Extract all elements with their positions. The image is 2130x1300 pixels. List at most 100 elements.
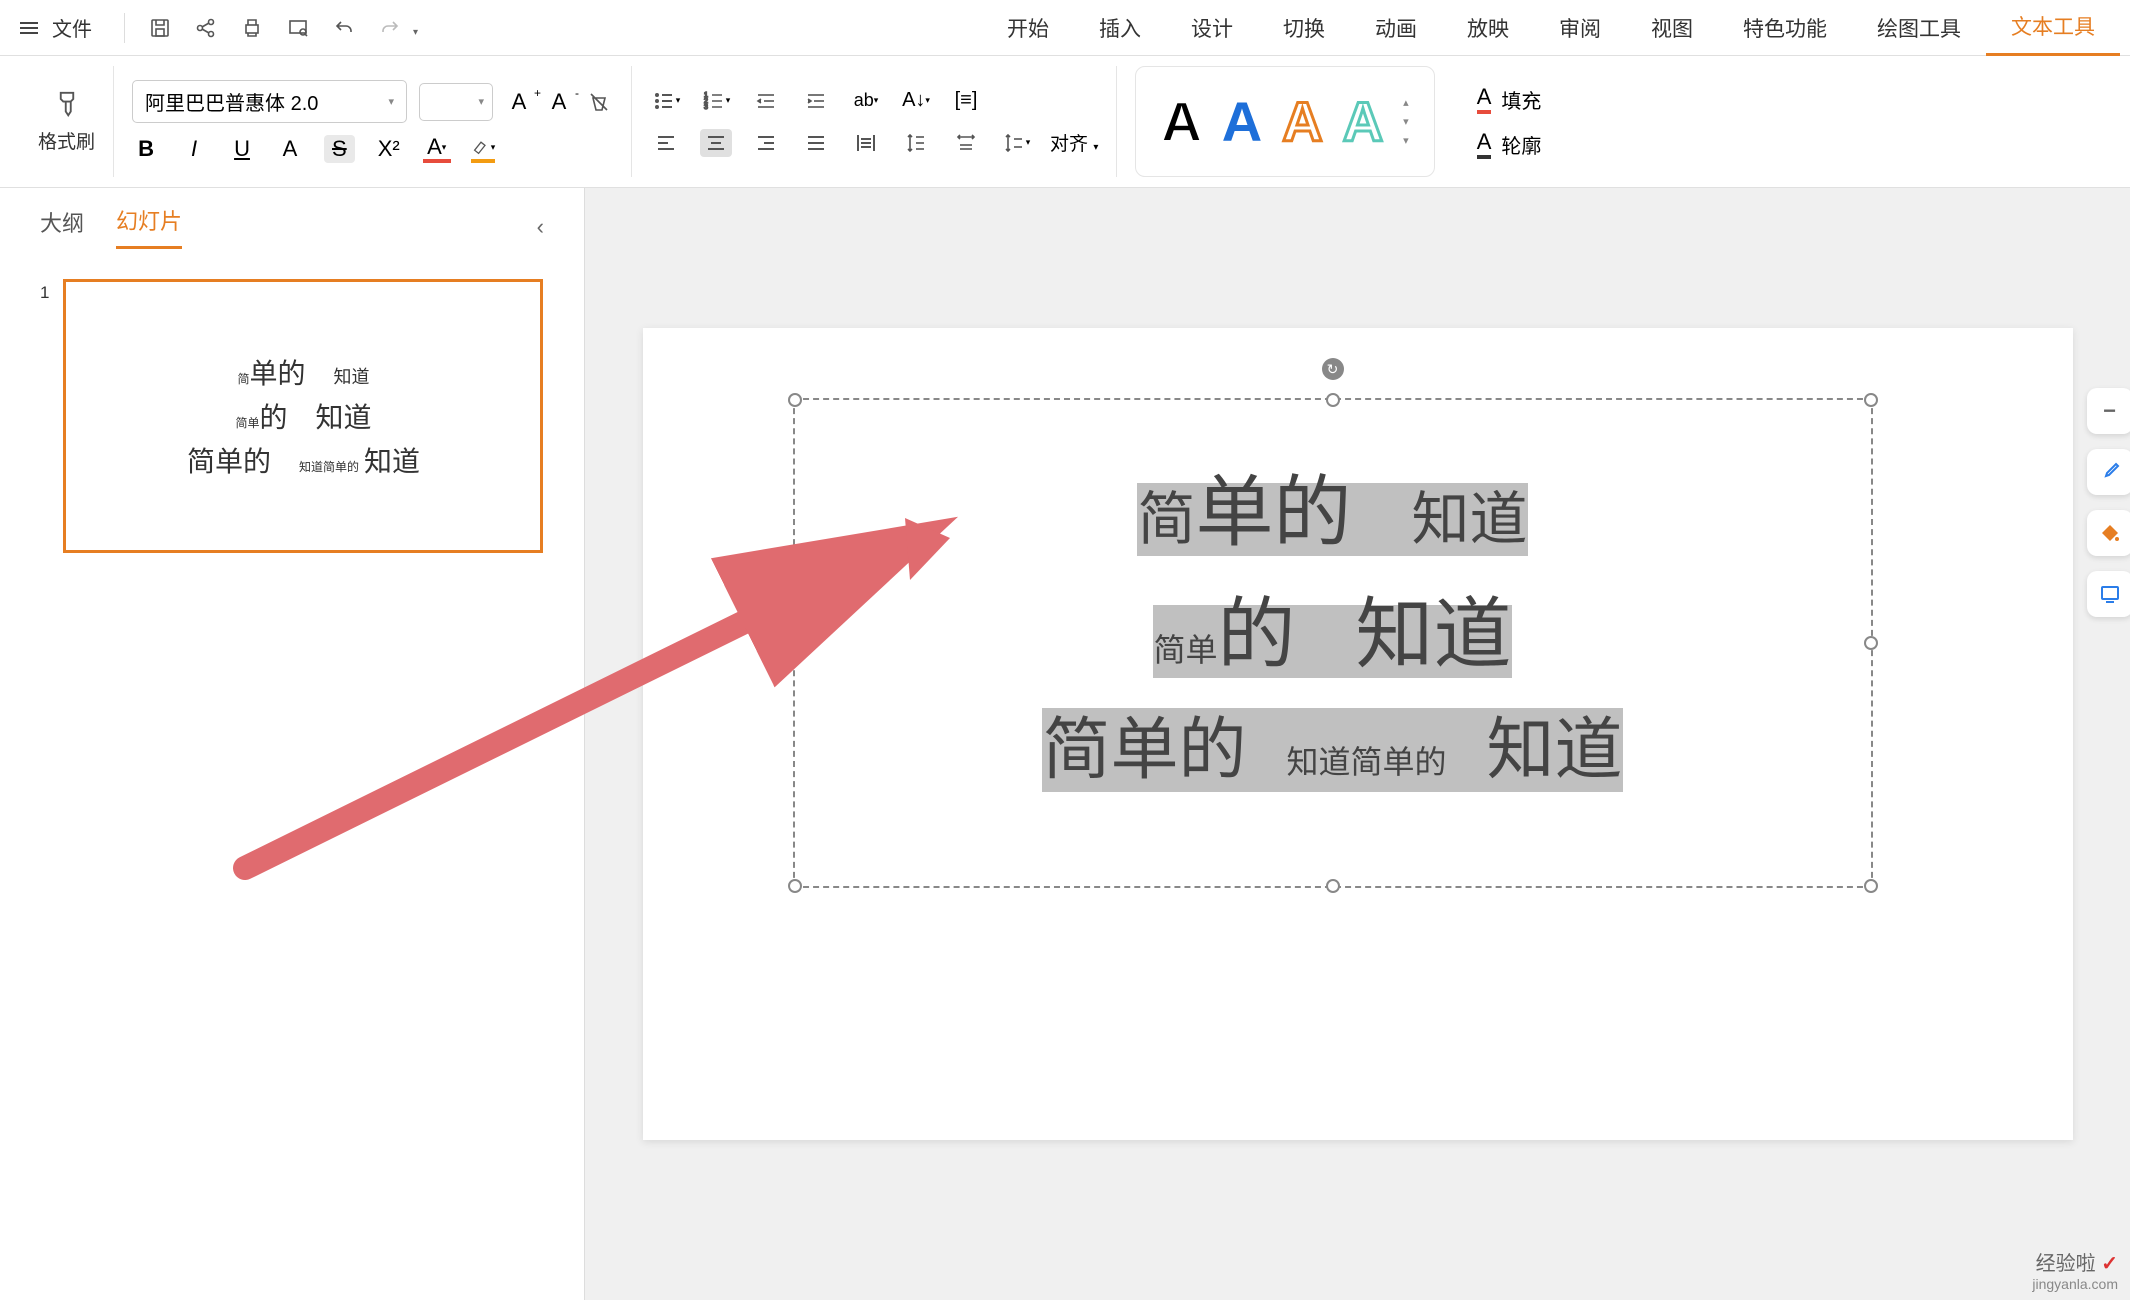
content-area: 大纲 幻灯片 ‹ 1 简单的知道 简单的知道 简单的知道简单的 知道 ↻ [0, 188, 2130, 1300]
align-dropdown[interactable]: 对齐 ▾ [1050, 129, 1098, 156]
preview-icon[interactable] [285, 15, 311, 41]
font-name-dropdown[interactable]: 阿里巴巴普惠体 2.0 ▾ [132, 80, 407, 123]
tab-review[interactable]: 审阅 [1534, 0, 1626, 56]
collapse-panel-icon[interactable]: ‹ [537, 214, 544, 240]
brackets-button[interactable]: [≡] [950, 87, 982, 115]
align-justify-button[interactable] [800, 129, 832, 157]
thumb-line-1: 简单的知道 [237, 352, 369, 392]
text-format-A-button[interactable]: A [276, 135, 304, 163]
format-brush-button[interactable]: 格式刷 [38, 89, 95, 154]
slide-panel: 大纲 幻灯片 ‹ 1 简单的知道 简单的知道 简单的知道简单的 知道 [0, 188, 585, 1300]
textbox-selection[interactable]: ↻ 简单的知道 简单的知道 简单的知道简单的知道 [793, 398, 1873, 888]
tab-drawing-tools[interactable]: 绘图工具 [1852, 0, 1986, 56]
wordart-gallery[interactable]: A A A A ▴ ▾ ▾ [1135, 66, 1434, 177]
tab-start[interactable]: 开始 [982, 0, 1074, 56]
text-line-2: 简单的知道 [845, 572, 1821, 684]
tab-view[interactable]: 视图 [1626, 0, 1718, 56]
wordart-up-icon[interactable]: ▴ [1403, 96, 1409, 109]
line-spacing-button[interactable] [900, 129, 932, 157]
resize-handle-bl[interactable] [788, 879, 802, 893]
char-A-button[interactable]: A↓▾ [900, 87, 932, 115]
bullets-button[interactable]: ▾ [650, 87, 682, 115]
format-brush-label: 格式刷 [38, 127, 95, 154]
tab-slides[interactable]: 幻灯片 [116, 204, 182, 249]
font-increase-icon[interactable]: A+ [505, 88, 533, 116]
line-height-button[interactable]: ▾ [1000, 129, 1032, 157]
save-icon[interactable] [147, 15, 173, 41]
floating-toolbar: − [2087, 388, 2130, 617]
clear-format-icon[interactable] [585, 88, 613, 116]
wordart-style-1[interactable]: A [1161, 89, 1201, 154]
font-color-button[interactable]: A ▾ [423, 135, 451, 163]
text-line-1: 简单的知道 [845, 450, 1821, 562]
float-collapse-icon[interactable]: − [2087, 388, 2130, 434]
fill-button[interactable]: A 填充 [1477, 84, 1542, 114]
canvas-area: ↻ 简单的知道 简单的知道 简单的知道简单的知道 − [585, 188, 2130, 1300]
wordart-style-2[interactable]: A [1222, 89, 1262, 154]
text-direction-button[interactable]: ab▾ [850, 87, 882, 115]
thumb-line-3: 简单的知道简单的 知道 [187, 440, 420, 480]
wordart-style-4[interactable]: A [1343, 89, 1383, 154]
tab-outline[interactable]: 大纲 [40, 206, 84, 248]
tab-text-tools[interactable]: 文本工具 [1986, 0, 2120, 56]
underline-button[interactable]: U [228, 135, 256, 163]
thumb-line-2: 简单的知道 [235, 396, 371, 436]
file-menu[interactable]: 文件 [52, 13, 92, 42]
decrease-indent-button[interactable] [750, 87, 782, 115]
tab-animation[interactable]: 动画 [1350, 0, 1442, 56]
text-content[interactable]: 简单的知道 简单的知道 简单的知道简单的知道 [795, 400, 1871, 853]
top-menu-bar: 文件 ▾ 开始 插入 设计 切换 动画 放映 审阅 视图 特色功能 绘图工具 文… [0, 0, 2130, 56]
wordart-down-icon[interactable]: ▾ [1403, 115, 1409, 128]
rotate-handle[interactable]: ↻ [1322, 358, 1344, 380]
bold-button[interactable]: B [132, 135, 160, 163]
ribbon: 格式刷 阿里巴巴普惠体 2.0 ▾ ▾ A+ A- B I U A S X² A… [0, 56, 2130, 188]
numbering-button[interactable]: 123▾ [700, 87, 732, 115]
dropdown-caret-icon[interactable]: ▾ [413, 27, 418, 38]
print-icon[interactable] [239, 15, 265, 41]
tab-insert[interactable]: 插入 [1074, 0, 1166, 56]
char-spacing-button[interactable] [950, 129, 982, 157]
slide-canvas[interactable]: ↻ 简单的知道 简单的知道 简单的知道简单的知道 − [643, 328, 2073, 1140]
share-icon[interactable] [193, 15, 219, 41]
hamburger-menu-icon[interactable] [20, 22, 38, 34]
resize-handle-br[interactable] [1864, 879, 1878, 893]
watermark: 经验啦 ✓ jingyanla.com [2032, 1247, 2118, 1292]
align-right-button[interactable] [750, 129, 782, 157]
italic-button[interactable]: I [180, 135, 208, 163]
wordart-style-3[interactable]: A [1282, 89, 1322, 154]
increase-indent-button[interactable] [800, 87, 832, 115]
font-size-dropdown[interactable]: ▾ [419, 83, 493, 121]
sidebar-tabs: 大纲 幻灯片 ‹ [40, 204, 544, 249]
tab-special[interactable]: 特色功能 [1718, 0, 1852, 56]
redo-icon[interactable] [377, 15, 403, 41]
resize-handle-mb[interactable] [1326, 879, 1340, 893]
wordart-expand-icon[interactable]: ▾ [1403, 134, 1409, 147]
highlight-button[interactable]: ▾ [471, 135, 496, 163]
brush-icon [52, 89, 82, 119]
checkmark-icon: ✓ [2101, 1253, 2118, 1275]
tab-slideshow[interactable]: 放映 [1442, 0, 1534, 56]
slide-thumbnail-1[interactable]: 简单的知道 简单的知道 简单的知道简单的 知道 [63, 279, 543, 553]
superscript-button[interactable]: X² [375, 135, 403, 163]
tab-design[interactable]: 设计 [1166, 0, 1258, 56]
strikethrough-button[interactable]: S [324, 135, 355, 163]
divider [124, 13, 125, 43]
outline-button[interactable]: A 轮廓 [1477, 129, 1542, 159]
text-line-3: 简单的知道简单的知道 [845, 694, 1821, 793]
font-name-value: 阿里巴巴普惠体 2.0 [145, 87, 318, 116]
font-group: 阿里巴巴普惠体 2.0 ▾ ▾ A+ A- B I U A S X² A ▾ ▾ [114, 66, 632, 177]
outline-icon: A [1477, 129, 1492, 159]
float-eyedropper-icon[interactable] [2087, 449, 2130, 495]
distribute-button[interactable] [850, 129, 882, 157]
slide-thumbnail-wrap: 1 简单的知道 简单的知道 简单的知道简单的 知道 [40, 279, 544, 553]
slide-number: 1 [40, 283, 49, 553]
paragraph-group: ▾ 123▾ ab▾ A↓▾ [≡] ▾ 对齐 ▾ [632, 66, 1117, 177]
align-left-button[interactable] [650, 129, 682, 157]
font-decrease-icon[interactable]: A- [545, 88, 573, 116]
tab-transition[interactable]: 切换 [1258, 0, 1350, 56]
float-fill-icon[interactable] [2087, 510, 2130, 556]
undo-icon[interactable] [331, 15, 357, 41]
align-center-button[interactable] [700, 129, 732, 157]
menu-tabs: 开始 插入 设计 切换 动画 放映 审阅 视图 特色功能 绘图工具 文本工具 [982, 0, 2120, 56]
float-screen-icon[interactable] [2087, 571, 2130, 617]
